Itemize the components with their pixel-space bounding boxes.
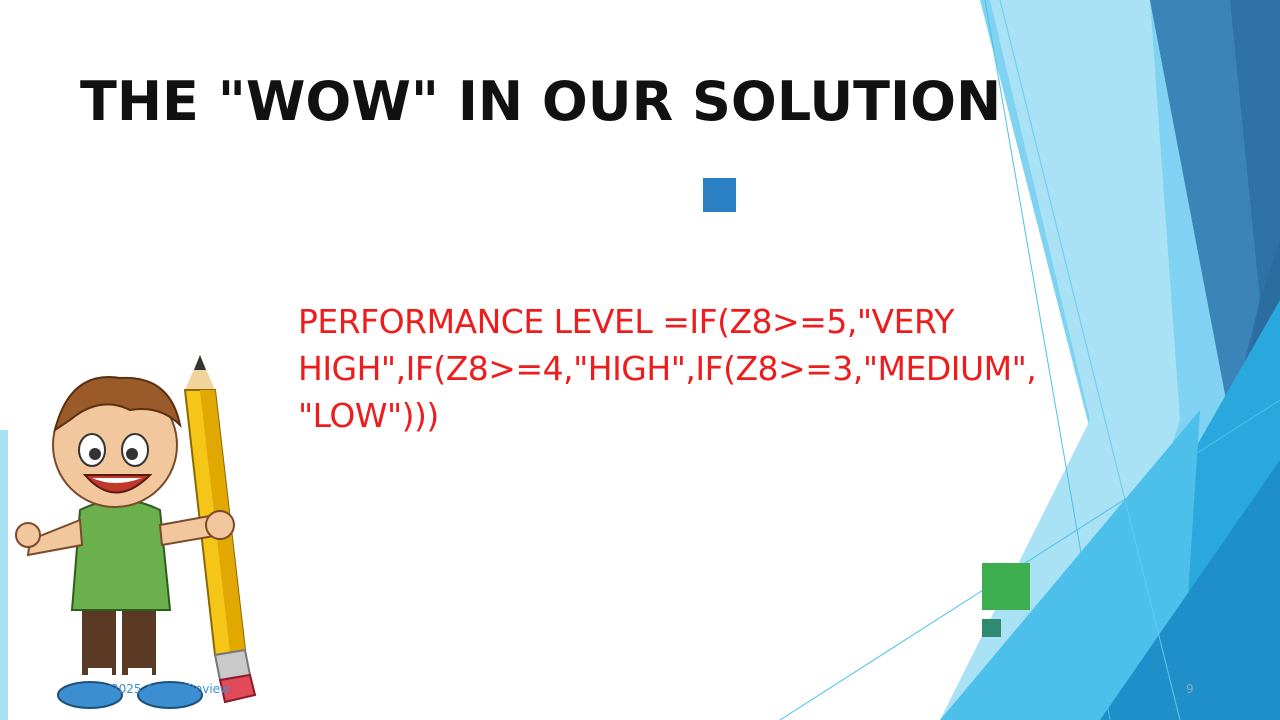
left-edge-bar xyxy=(0,430,8,720)
slide-title: THE "WOW" IN OUR SOLUTION xyxy=(80,70,1002,133)
formula-text: PERFORMANCE LEVEL =IF(Z8>=5,"VERY HIGH",… xyxy=(298,302,1037,435)
slide: THE "WOW" IN OUR SOLUTION PERFORMANCE LE… xyxy=(0,0,1280,720)
page-number: 9 xyxy=(1186,682,1194,696)
accent-square-blue xyxy=(703,178,736,212)
footer-date: 7/23/2025 AnnualReview xyxy=(80,682,230,696)
boy-with-pencil-illustration xyxy=(15,355,257,709)
accent-square-teal xyxy=(982,619,1001,637)
accent-square-green xyxy=(982,563,1030,610)
